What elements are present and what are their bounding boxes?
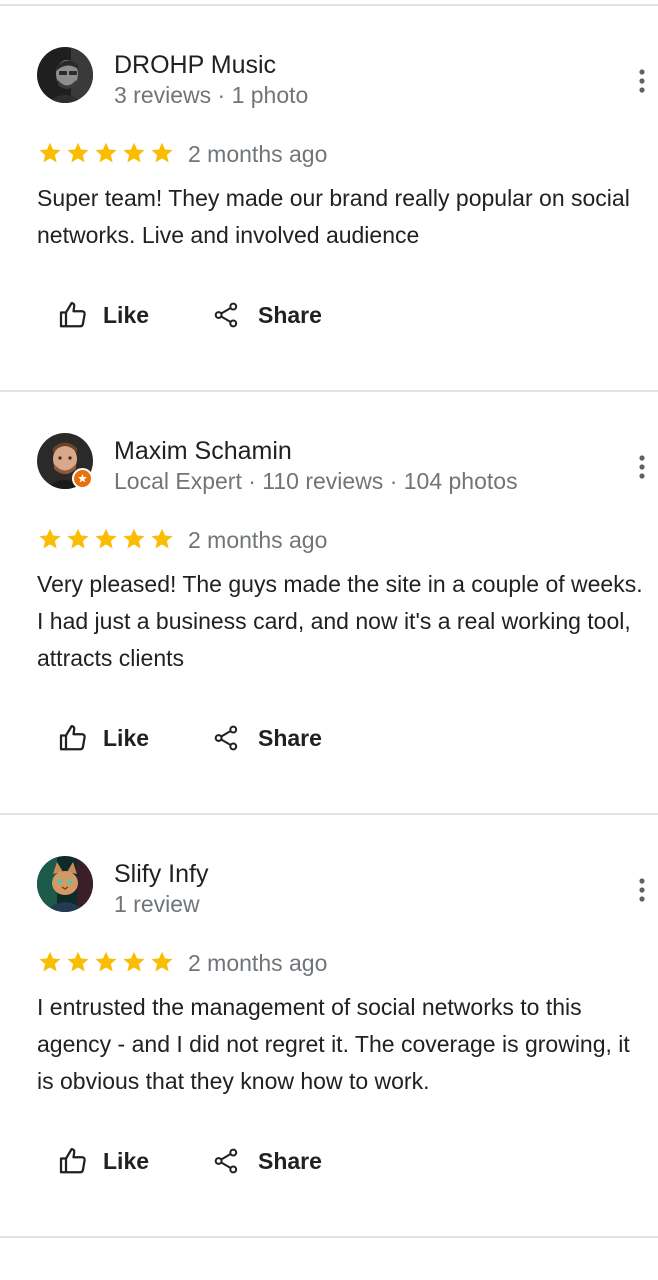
review-card: DROHP Music 3 reviews · 1 photo 2 months… — [0, 6, 658, 391]
star-icon — [39, 528, 61, 549]
reviewer-name[interactable]: Slify Infy — [114, 859, 208, 889]
star-icon — [123, 142, 145, 163]
star-icon — [123, 528, 145, 549]
star-icon — [39, 951, 61, 972]
like-label: Like — [103, 724, 150, 751]
share-label: Share — [258, 1147, 322, 1174]
avatar[interactable] — [37, 856, 93, 912]
star-icon — [95, 951, 117, 972]
star-rating — [37, 526, 175, 552]
local-guide-badge-icon — [72, 468, 93, 489]
share-button[interactable]: Share — [213, 300, 322, 330]
review-time: 2 months ago — [188, 950, 328, 976]
avatar[interactable] — [37, 47, 93, 103]
like-button[interactable]: Like — [58, 1146, 149, 1176]
share-button[interactable]: Share — [213, 1146, 322, 1176]
like-button[interactable]: Like — [58, 723, 149, 753]
review-card: Maxim Schamin Local Expert · 110 reviews… — [0, 392, 658, 777]
reviewer-name[interactable]: DROHP Music — [114, 50, 276, 80]
reviewer-meta[interactable]: 1 review — [114, 890, 200, 918]
share-icon — [214, 302, 238, 328]
thumb-up-outline-icon — [59, 302, 86, 328]
review-time: 2 months ago — [188, 141, 328, 167]
star-icon — [123, 951, 145, 972]
star-icon — [67, 951, 89, 972]
avatar[interactable] — [37, 433, 93, 489]
star-icon — [67, 528, 89, 549]
reviewer-name[interactable]: Maxim Schamin — [114, 436, 292, 466]
review-time: 2 months ago — [188, 527, 328, 553]
share-label: Share — [258, 301, 322, 328]
share-label: Share — [258, 724, 322, 751]
thumb-up-outline-icon — [59, 1148, 86, 1174]
star-icon — [151, 528, 173, 549]
share-icon — [214, 725, 238, 751]
star-icon — [95, 142, 117, 163]
reviewer-meta[interactable]: 3 reviews · 1 photo — [114, 81, 308, 109]
star-icon — [67, 142, 89, 163]
avatar-image — [37, 47, 93, 103]
thumb-up-outline-icon — [59, 725, 86, 751]
like-button[interactable]: Like — [58, 300, 149, 330]
divider — [0, 1236, 658, 1238]
star-rating — [37, 949, 175, 975]
star-icon — [151, 951, 173, 972]
review-text: I entrusted the management of social net… — [37, 994, 630, 1094]
star-icon — [95, 528, 117, 549]
more-vert-icon[interactable] — [630, 66, 654, 96]
star-rating — [37, 140, 175, 166]
avatar-image — [37, 856, 93, 912]
review-text: Very pleased! The guys made the site in … — [37, 571, 643, 671]
reviewer-meta[interactable]: Local Expert · 110 reviews · 104 photos — [114, 467, 518, 495]
share-icon — [214, 1148, 238, 1174]
like-label: Like — [103, 1147, 150, 1174]
star-icon — [151, 142, 173, 163]
star-icon — [39, 142, 61, 163]
review-card: Slify Infy 1 review 2 months ago I entru… — [0, 815, 658, 1200]
share-button[interactable]: Share — [213, 723, 322, 753]
more-vert-icon[interactable] — [630, 452, 654, 482]
more-vert-icon[interactable] — [630, 875, 654, 905]
like-label: Like — [103, 301, 150, 328]
review-text: Super team! They made our brand really p… — [37, 185, 630, 248]
